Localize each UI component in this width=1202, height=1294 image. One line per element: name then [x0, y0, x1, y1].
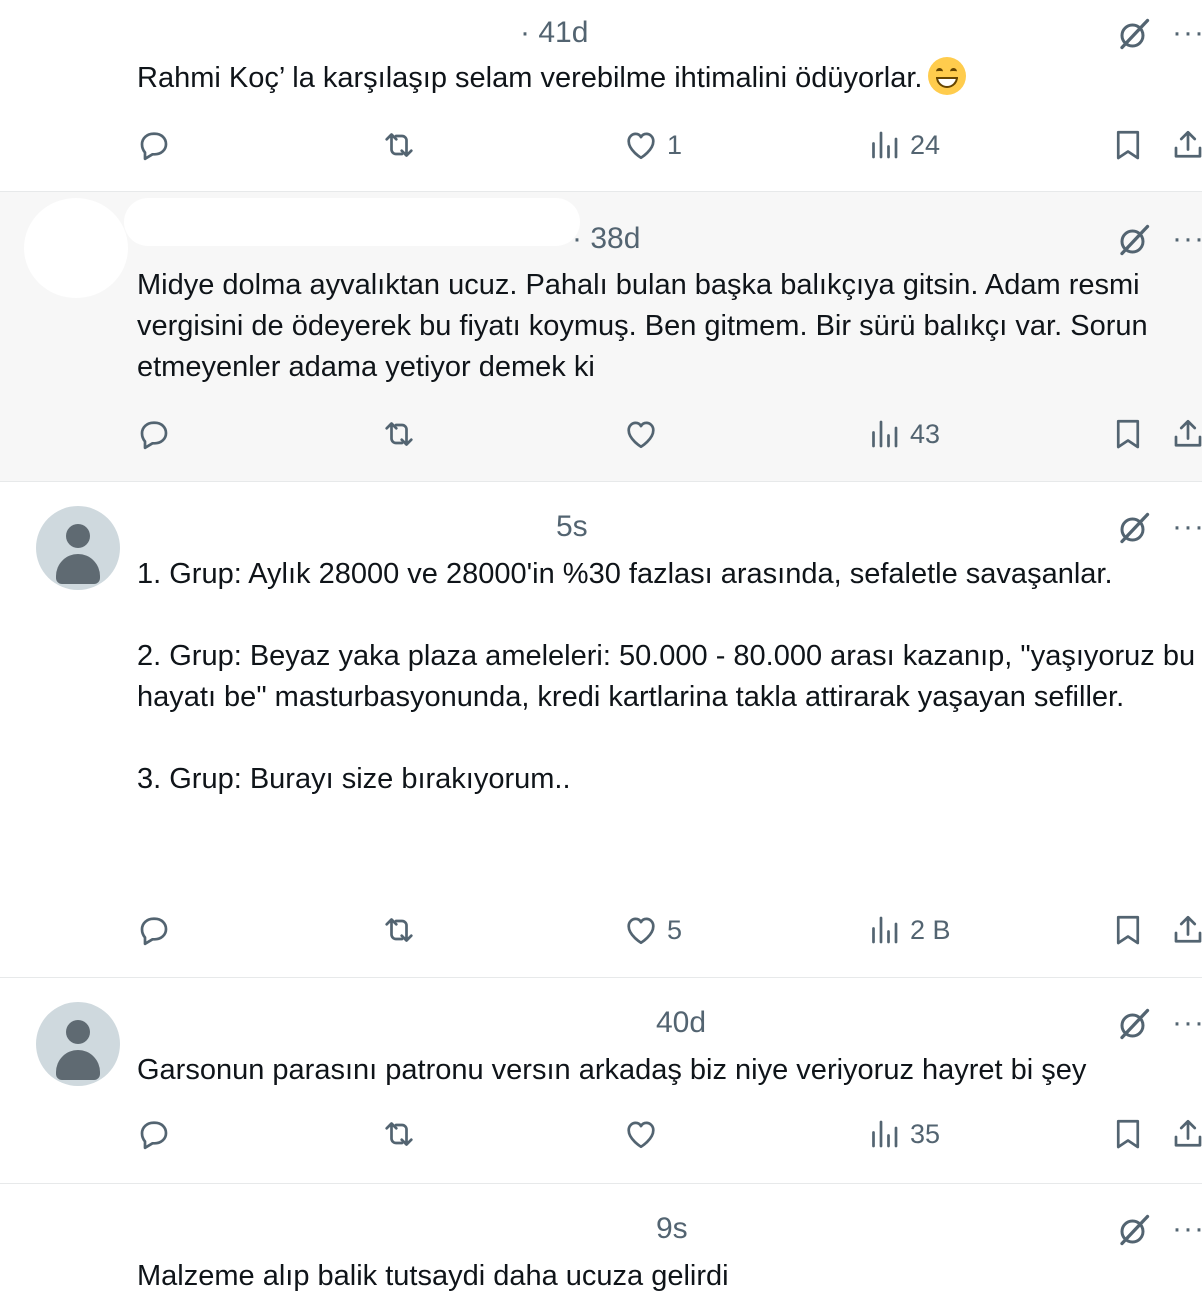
bookmark-button[interactable] [1110, 127, 1146, 163]
avatar[interactable] [36, 1002, 120, 1086]
bookmark-icon [1110, 127, 1146, 163]
like-count: 5 [667, 914, 683, 945]
post-text: Midye dolma ayvalıktan ucuz. Pahalı bula… [137, 269, 1156, 383]
like-button[interactable]: 1 [623, 127, 682, 163]
post-timestamp[interactable]: 9s [656, 1212, 688, 1246]
post-actions: 1 24 [0, 127, 1202, 167]
post-timestamp[interactable]: · 41d [520, 16, 588, 50]
repost-button[interactable] [381, 912, 417, 948]
grinning-face-emoji [928, 57, 967, 96]
more-options-button[interactable]: ··· [1172, 18, 1202, 48]
share-icon [1170, 416, 1202, 452]
post-text: 1. Grup: Aylık 28000 ve 28000'in %30 faz… [137, 558, 1196, 795]
share-icon [1170, 127, 1202, 163]
views-button[interactable]: 24 [866, 127, 940, 163]
like-count: 1 [667, 129, 683, 160]
views-button[interactable]: 35 [866, 1116, 940, 1152]
share-icon [1170, 912, 1202, 948]
repost-button[interactable] [381, 1116, 417, 1152]
share-icon [1170, 1116, 1202, 1152]
reply-icon [136, 416, 172, 452]
repost-icon [381, 912, 417, 948]
reply-icon [136, 1116, 172, 1152]
post-actions: 5 2 B [0, 912, 1202, 952]
reply-button[interactable] [136, 416, 172, 452]
views-button[interactable]: 2 B [866, 912, 951, 948]
share-button[interactable] [1170, 912, 1202, 948]
post-timestamp[interactable]: 5s [556, 510, 588, 544]
more-options-button[interactable]: ··· [1172, 512, 1202, 542]
views-icon [866, 416, 902, 452]
reply-icon [136, 912, 172, 948]
repost-icon [381, 416, 417, 452]
like-button[interactable]: 5 [623, 912, 682, 948]
post-timestamp[interactable]: · 38d [572, 222, 640, 256]
more-options-button[interactable]: ··· [1172, 1214, 1202, 1244]
reply-icon [136, 127, 172, 163]
heart-icon [623, 416, 659, 452]
grok-icon[interactable] [1116, 510, 1152, 546]
bookmark-icon [1110, 416, 1146, 452]
repost-icon [381, 1116, 417, 1152]
view-count: 2 B [910, 914, 951, 945]
views-icon [866, 127, 902, 163]
post-text-content: Rahmi Koç’ la karşılaşıp selam verebilme… [137, 62, 923, 94]
post-4[interactable]: 40d ··· Garsonun parasını patronu versın… [0, 978, 1202, 1184]
post-2[interactable]: · 38d ··· Midye dolma ayvalıktan ucuz. P… [0, 192, 1202, 482]
grok-icon[interactable] [1116, 222, 1152, 258]
redacted-avatar [24, 198, 128, 298]
views-icon [866, 912, 902, 948]
grok-icon[interactable] [1116, 1212, 1152, 1248]
bookmark-button[interactable] [1110, 1116, 1146, 1152]
like-button[interactable] [623, 1116, 667, 1152]
bookmark-button[interactable] [1110, 416, 1146, 452]
like-button[interactable] [623, 416, 667, 452]
view-count: 43 [910, 418, 941, 449]
post-text: Malzeme alıp balik tutsaydi daha ucuza g… [137, 1260, 729, 1292]
repost-button[interactable] [381, 416, 417, 452]
post-text: Rahmi Koç’ la karşılaşıp selam verebilme… [137, 57, 1196, 99]
more-options-button[interactable]: ··· [1172, 1008, 1202, 1038]
reply-button[interactable] [136, 912, 172, 948]
post-3[interactable]: 5s ··· 1. Grup: Aylık 28000 ve 28000'in … [0, 482, 1202, 978]
grok-icon[interactable] [1116, 1006, 1152, 1042]
repost-button[interactable] [381, 127, 417, 163]
heart-icon [623, 127, 659, 163]
views-icon [866, 1116, 902, 1152]
post-1[interactable]: · 41d ··· Rahmi Koç’ la karşılaşıp selam… [0, 0, 1202, 192]
post-text: Garsonun parasını patronu versın arkadaş… [137, 1054, 1087, 1086]
heart-icon [623, 912, 659, 948]
reply-button[interactable] [136, 1116, 172, 1152]
view-count: 35 [910, 1118, 941, 1149]
redacted-username [124, 198, 580, 246]
bookmark-icon [1110, 912, 1146, 948]
post-5[interactable]: 9s ··· Malzeme alıp balik tutsaydi daha … [0, 1184, 1202, 1294]
post-actions: 43 [0, 416, 1202, 456]
grok-icon[interactable] [1116, 16, 1152, 52]
post-actions: 35 [0, 1116, 1202, 1156]
share-button[interactable] [1170, 127, 1202, 163]
heart-icon [623, 1116, 659, 1152]
more-options-button[interactable]: ··· [1172, 224, 1202, 254]
bookmark-button[interactable] [1110, 912, 1146, 948]
post-timestamp[interactable]: 40d [656, 1006, 706, 1040]
view-count: 24 [910, 129, 941, 160]
avatar[interactable] [36, 506, 120, 590]
repost-icon [381, 127, 417, 163]
bookmark-icon [1110, 1116, 1146, 1152]
views-button[interactable]: 43 [866, 416, 940, 452]
reply-button[interactable] [136, 127, 172, 163]
share-button[interactable] [1170, 416, 1202, 452]
share-button[interactable] [1170, 1116, 1202, 1152]
